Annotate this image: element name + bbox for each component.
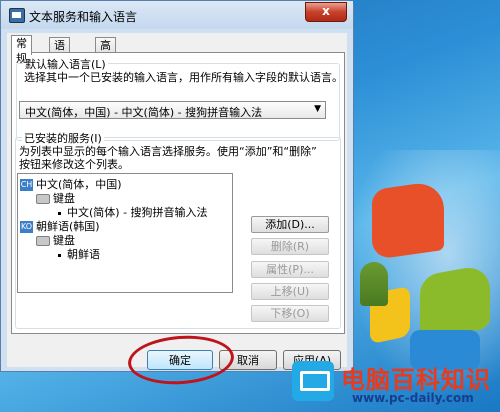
watermark-title: 电脑百科知识 bbox=[341, 366, 491, 394]
default-language-value: 中文(简体，中国) - 中文(简体) - 搜狗拼音输入法 bbox=[25, 106, 263, 119]
tree-node-label: 朝鲜语 bbox=[67, 248, 100, 261]
watermark-url: www.pc-daily.com bbox=[352, 391, 474, 405]
watermark: 电脑百科知识 www.pc-daily.com bbox=[286, 357, 500, 412]
keyboard-icon bbox=[36, 236, 50, 246]
window-app-icon bbox=[9, 8, 25, 23]
default-language-description: 选择其中一个已安装的输入语言，用作所有输入字段的默认语言。 bbox=[24, 71, 343, 84]
windows-logo-red bbox=[372, 179, 444, 261]
close-button[interactable]: x bbox=[305, 2, 347, 22]
installed-services-group-title: 已安装的服务(I) bbox=[22, 130, 104, 146]
remove-button[interactable]: 删除(R) bbox=[251, 238, 329, 255]
language-badge-icon: CH bbox=[20, 179, 33, 191]
installed-services-description-2: 按钮来修改这个列表。 bbox=[19, 158, 129, 171]
chevron-down-icon: ▼ bbox=[314, 104, 321, 114]
windows-logo-green bbox=[420, 263, 490, 341]
default-language-group-title: 默认输入语言(L) bbox=[23, 56, 108, 72]
bullet-icon bbox=[58, 253, 61, 257]
bullet-icon bbox=[58, 211, 61, 215]
tree-node-korean-ime[interactable]: 朝鲜语 bbox=[58, 246, 100, 262]
tree-decoration bbox=[360, 262, 388, 306]
text-services-dialog: 文本服务和输入语言 x 常规 语言栏 高级键设置 默认输入语言(L) 选择其中一… bbox=[0, 0, 354, 372]
monitor-logo-icon bbox=[292, 361, 334, 401]
default-language-dropdown[interactable]: 中文(简体，中国) - 中文(简体) - 搜狗拼音输入法 ▼ bbox=[19, 101, 326, 119]
properties-button[interactable]: 属性(P)... bbox=[251, 261, 329, 278]
dialog-body: 常规 语言栏 高级键设置 默认输入语言(L) 选择其中一个已安装的输入语言，用作… bbox=[7, 33, 347, 370]
installed-services-description-1: 为列表中显示的每个输入语言选择服务。使用“添加”和“删除” bbox=[19, 145, 317, 158]
installed-services-tree[interactable]: CH 中文(简体，中国) 键盘 中文(简体) - 搜狗拼音输入法 KO 朝鲜语(韩国… bbox=[17, 173, 233, 293]
add-button[interactable]: 添加(D)... bbox=[251, 216, 329, 233]
move-up-button[interactable]: 上移(U) bbox=[251, 283, 329, 300]
move-down-button[interactable]: 下移(O) bbox=[251, 305, 329, 322]
keyboard-icon bbox=[36, 194, 50, 204]
title-bar[interactable]: 文本服务和输入语言 x bbox=[1, 1, 353, 29]
language-badge-icon: KO bbox=[20, 221, 33, 233]
tab-general[interactable]: 常规 bbox=[11, 35, 32, 65]
window-title: 文本服务和输入语言 bbox=[29, 10, 138, 24]
